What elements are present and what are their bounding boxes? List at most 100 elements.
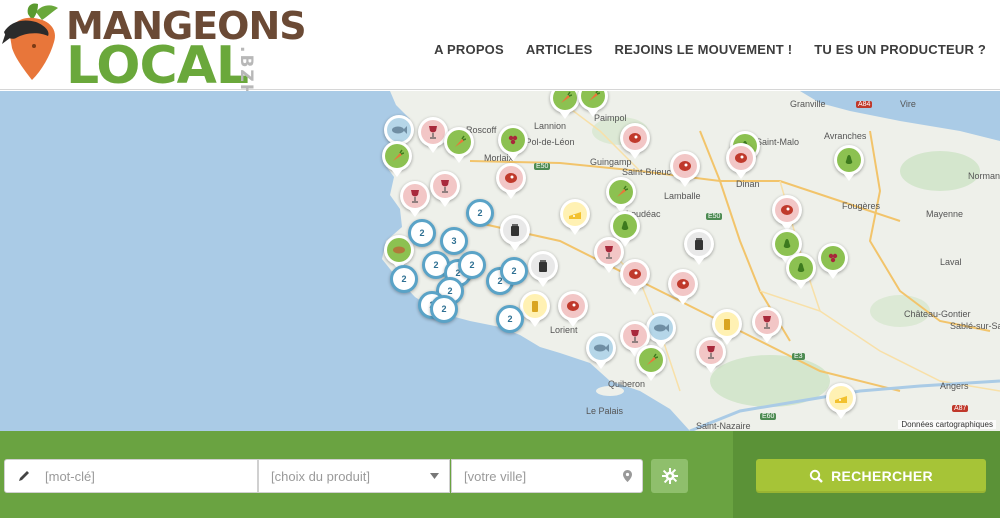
place-label: Lannion (534, 121, 567, 131)
wine-icon (421, 120, 445, 144)
cider-icon (715, 312, 739, 336)
producer-marker[interactable] (586, 333, 616, 369)
road-badge: E60 (760, 413, 777, 420)
carrot-mascot-icon (2, 3, 58, 81)
meat-icon (561, 294, 585, 318)
city-field[interactable]: [votre ville] (451, 459, 643, 493)
place-label: Avranches (824, 131, 867, 141)
bread-icon (387, 238, 411, 262)
grape-icon (821, 246, 845, 270)
keyword-field[interactable]: [mot-clé] (4, 459, 258, 493)
marker-cluster[interactable]: 2 (466, 199, 494, 227)
producer-marker[interactable] (558, 291, 588, 327)
pear-icon (613, 214, 637, 238)
producer-marker[interactable] (594, 237, 624, 273)
producer-marker[interactable] (752, 307, 782, 343)
site-logo[interactable]: MANGEONS LOCAL .BZH (2, 2, 307, 100)
producer-marker[interactable] (636, 345, 666, 381)
producer-marker[interactable] (670, 151, 700, 187)
place-label: Saint-Malo (756, 137, 800, 147)
marker-cluster[interactable]: 2 (458, 251, 486, 279)
pear-icon (775, 232, 799, 256)
jar-icon (503, 218, 527, 242)
producer-map[interactable]: Lannion Paimpol Roscoff Guingamp Saint-B… (0, 91, 1000, 431)
map-attribution[interactable]: Données cartographiques (898, 420, 996, 429)
nav-link-articles[interactable]: ARTICLES (526, 42, 593, 57)
producer-marker[interactable] (620, 259, 650, 295)
producer-marker[interactable] (818, 243, 848, 279)
wine-icon (403, 184, 427, 208)
product-select[interactable]: [choix du produit] (258, 459, 450, 493)
fish-icon (589, 336, 613, 360)
search-button[interactable]: RECHERCHER (756, 459, 986, 493)
nav-link-producteur[interactable]: TU ES UN PRODUCTEUR ? (814, 42, 986, 57)
marker-cluster[interactable]: 2 (496, 305, 524, 333)
road-badge: E3 (792, 353, 805, 360)
meat-icon (671, 272, 695, 296)
cheese-icon (563, 202, 587, 226)
road-badge: A84 (856, 101, 873, 108)
caret-down-icon (430, 473, 439, 479)
producer-marker[interactable] (560, 199, 590, 235)
place-label: Dinan (736, 179, 760, 189)
fish-icon (387, 118, 411, 142)
place-label: Mayenne (926, 209, 964, 219)
producer-marker[interactable] (430, 171, 460, 207)
producer-marker[interactable] (500, 215, 530, 251)
logo-word-local: LOCAL (66, 36, 249, 96)
place-label: Vire (900, 99, 916, 109)
place-label: Normandie (968, 171, 1000, 181)
producer-marker[interactable] (528, 251, 558, 287)
producer-marker[interactable] (498, 125, 528, 161)
nav-link-a-propos[interactable]: A PROPOS (434, 42, 504, 57)
meat-icon (673, 154, 697, 178)
marker-cluster[interactable]: 2 (430, 295, 458, 323)
carrot-icon (639, 348, 663, 372)
producer-marker[interactable] (712, 309, 742, 345)
marker-cluster[interactable]: 2 (408, 219, 436, 247)
producer-marker[interactable] (606, 177, 636, 213)
carrot-icon (553, 91, 577, 110)
producer-marker[interactable] (646, 313, 676, 349)
wine-icon (699, 340, 723, 364)
place-label: Laval (940, 257, 962, 267)
pear-icon (837, 148, 861, 172)
place-label: Quiberon (608, 379, 646, 389)
producer-marker[interactable] (400, 181, 430, 217)
search-bar: [mot-clé] [choix du produit] [votre vill… (0, 431, 1000, 518)
producer-marker[interactable] (610, 211, 640, 247)
place-label: Sablé-sur-Sarthe (950, 321, 1000, 331)
meat-icon (499, 166, 523, 190)
carrot-icon (581, 91, 605, 108)
producer-marker[interactable] (684, 229, 714, 265)
producer-marker[interactable] (620, 123, 650, 159)
grape-icon (501, 128, 525, 152)
road-badge: E50 (706, 213, 723, 220)
place-label: Saint-Nazaire (696, 421, 751, 431)
site-header: MANGEONS LOCAL .BZH A PROPOS ARTICLES RE… (0, 0, 1000, 100)
producer-marker[interactable] (668, 269, 698, 305)
settings-button[interactable] (651, 459, 688, 493)
producer-marker[interactable] (520, 291, 550, 327)
keyword-placeholder: [mot-clé] (45, 468, 95, 484)
producer-marker[interactable] (382, 141, 412, 177)
map-pin-icon (623, 470, 632, 482)
product-placeholder: [choix du produit] (271, 468, 371, 484)
producer-marker[interactable] (772, 195, 802, 231)
meat-icon (623, 262, 647, 286)
nav-link-rejoins[interactable]: REJOINS LE MOUVEMENT ! (614, 42, 792, 57)
producer-marker[interactable] (726, 143, 756, 179)
producer-marker[interactable] (444, 127, 474, 163)
wine-icon (433, 174, 457, 198)
road-badge: A87 (952, 405, 969, 412)
producer-marker[interactable] (826, 383, 856, 419)
marker-cluster[interactable]: 2 (500, 257, 528, 285)
road-badge: E50 (534, 163, 551, 170)
producer-marker[interactable] (834, 145, 864, 181)
place-label: Guingamp (590, 157, 632, 167)
producer-marker[interactable] (786, 253, 816, 289)
marker-cluster[interactable]: 3 (440, 227, 468, 255)
producer-marker[interactable] (496, 163, 526, 199)
carrot-icon (385, 144, 409, 168)
marker-cluster[interactable]: 2 (390, 265, 418, 293)
